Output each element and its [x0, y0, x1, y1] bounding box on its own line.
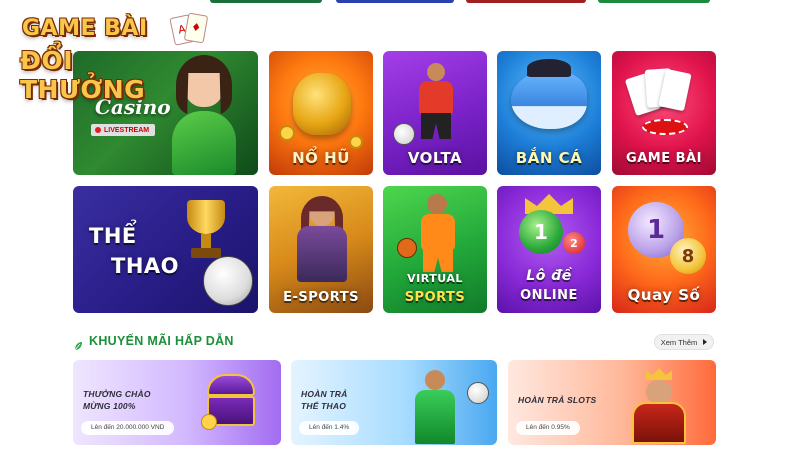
- section-title: KHUYẾN MÃI HẤP DẪN: [89, 334, 234, 348]
- coin-icon: [279, 125, 295, 141]
- logo-cards-icon: A ♦: [168, 12, 209, 46]
- caret-right-icon: [703, 339, 708, 345]
- game-tile-e-sports[interactable]: E-SPORTS: [269, 186, 373, 313]
- promotions-header: KHUYẾN MÃI HẤP DẪN: [74, 334, 234, 351]
- cards-icon: [624, 67, 700, 127]
- livestream-label: LIVESTREAM: [104, 126, 150, 134]
- promo-title-line: THỂ THAO: [301, 401, 347, 411]
- tile-label: Lô đề: [526, 268, 572, 284]
- tile-label: BẮN CÁ: [515, 149, 583, 167]
- game-tile-ban-ca[interactable]: BẮN CÁ: [497, 51, 601, 175]
- promo-pill: Lên đến 20.000.000 VND: [81, 421, 175, 435]
- game-tile-virtual-sports[interactable]: VIRTUAL SPORTS: [383, 186, 487, 313]
- livestream-badge: LIVESTREAM: [91, 124, 156, 136]
- tile-label: THAO: [111, 254, 180, 278]
- trophy-icon: [183, 200, 229, 264]
- coin-icon: [349, 135, 363, 149]
- promo-title-line: THƯỞNG CHÀO: [83, 389, 151, 399]
- shark-hat-icon: [527, 59, 571, 77]
- game-tile-the-thao[interactable]: THỂ THAO: [73, 186, 258, 313]
- soccer-ball-icon: [203, 256, 253, 306]
- tile-label: GAME BÀI: [626, 151, 702, 166]
- tile-label: SPORTS: [404, 290, 466, 305]
- see-more-button[interactable]: Xem Thêm: [654, 334, 714, 350]
- lottery-ball-2: 8: [670, 238, 706, 274]
- warrior-figure: [289, 196, 355, 284]
- logo-line-1: GAME BÀI: [22, 16, 148, 41]
- logo-card-2: ♦: [183, 12, 209, 44]
- basketball-icon: [397, 238, 417, 258]
- tile-label: THỂ: [89, 224, 137, 248]
- ball-icon: [393, 123, 415, 145]
- promo-title: THƯỞNG CHÀO MỪNG 100%: [83, 388, 151, 412]
- promo-pill: Lên đến 0.95%: [516, 421, 580, 435]
- tile-label: ONLINE: [520, 288, 578, 303]
- king-figure: [626, 368, 692, 444]
- promo-pill: Lên đến 1.4%: [299, 421, 360, 435]
- promo-title-line: HOÀN TRẢ: [301, 389, 348, 399]
- promo-card-sports-rebate[interactable]: HOÀN TRẢ THỂ THAO Lên đến 1.4%: [291, 360, 497, 445]
- top-strip: [0, 0, 800, 4]
- ball-icon: [467, 382, 489, 404]
- leaf-icon: [74, 336, 83, 351]
- promo-card-welcome[interactable]: THƯỞNG CHÀO MỪNG 100% Lên đến 20.000.000…: [73, 360, 281, 445]
- live-dot-icon: [95, 127, 101, 133]
- tile-label: E-SPORTS: [283, 290, 359, 305]
- logo-line-2: ĐỔI THƯỞNG: [20, 46, 146, 104]
- game-tile-lo-de-online[interactable]: 1 2 Lô đề ONLINE: [497, 186, 601, 313]
- promo-card-slots-rebate[interactable]: HOÀN TRẢ SLOTS Lên đến 0.95%: [508, 360, 716, 445]
- site-logo[interactable]: GAME BÀI ĐỔI THƯỞNG A ♦: [20, 12, 209, 104]
- tile-label: NỔ HŨ: [292, 149, 350, 167]
- gold-pot-icon: [293, 73, 351, 135]
- tile-label: Quay Số: [627, 286, 701, 304]
- treasure-chest-icon: [201, 374, 261, 430]
- chips-icon: [642, 119, 688, 135]
- promo-title-line: MỪNG 100%: [83, 401, 136, 411]
- lottery-ball-2: 2: [563, 232, 585, 254]
- tile-label: VIRTUAL: [407, 272, 463, 285]
- goalkeeper-figure: [407, 370, 463, 444]
- game-tile-quay-so[interactable]: 1 8 Quay Số: [612, 186, 716, 313]
- see-more-label: Xem Thêm: [660, 337, 698, 347]
- promo-title-line: HOÀN TRẢ SLOTS: [518, 395, 597, 405]
- game-tile-no-hu[interactable]: NỔ HŨ: [269, 51, 373, 175]
- game-tile-volta[interactable]: VOLTA: [383, 51, 487, 175]
- basketball-player-figure: [415, 194, 461, 274]
- lottery-ball-1: 1: [519, 210, 563, 254]
- tile-label: VOLTA: [407, 149, 463, 167]
- player-figure: [413, 63, 459, 143]
- promo-title: HOÀN TRẢ THỂ THAO: [301, 388, 347, 412]
- shark-icon: [511, 71, 587, 129]
- game-tile-game-bai[interactable]: GAME BÀI: [612, 51, 716, 175]
- promo-title: HOÀN TRẢ SLOTS: [518, 394, 596, 406]
